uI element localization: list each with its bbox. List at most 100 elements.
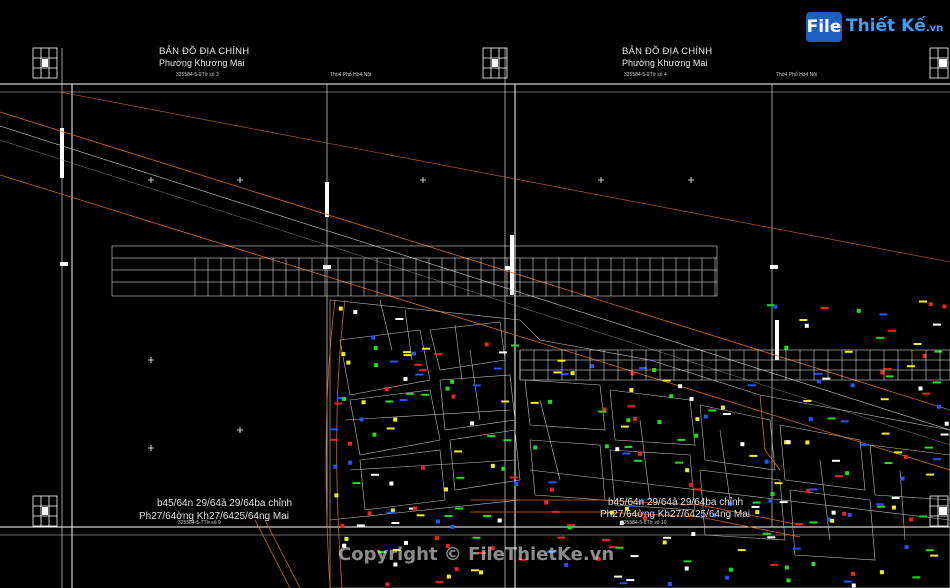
parcel-marker bbox=[933, 458, 942, 461]
parcel-marker bbox=[691, 532, 696, 536]
parcel-marker bbox=[353, 310, 358, 315]
parcel-marker bbox=[456, 476, 465, 479]
parcel-marker bbox=[434, 353, 442, 356]
parcel-marker bbox=[634, 459, 643, 462]
parcel-marker bbox=[856, 308, 861, 313]
parcel-marker bbox=[490, 463, 495, 468]
parcel-marker bbox=[662, 379, 671, 382]
parcel-marker bbox=[877, 505, 886, 508]
parcel-marker bbox=[784, 565, 789, 570]
right-sheet-subtitle: Phường Khương Mai bbox=[622, 58, 708, 68]
parcel-marker bbox=[827, 417, 836, 420]
parcel-marker bbox=[784, 345, 789, 350]
parcel-marker bbox=[436, 519, 440, 524]
parcel-marker bbox=[728, 567, 733, 572]
parcel-marker bbox=[675, 461, 683, 464]
parcel-marker bbox=[792, 547, 801, 550]
parcel-marker bbox=[773, 304, 778, 309]
parcel-marker bbox=[450, 379, 455, 384]
parcel-marker bbox=[830, 518, 835, 523]
parcel-marker bbox=[809, 488, 818, 491]
parcel-marker bbox=[557, 359, 566, 362]
parcel-marker bbox=[944, 421, 949, 426]
parcel-marker bbox=[501, 400, 510, 403]
parcel-marker bbox=[352, 482, 361, 485]
site-logo[interactable]: File Thiết Kế.vn bbox=[806, 8, 946, 48]
parcel-marker bbox=[402, 351, 411, 354]
logo-domain: .vn bbox=[925, 23, 944, 34]
parcel-marker bbox=[842, 511, 847, 516]
parcel-marker bbox=[411, 351, 416, 356]
parcel-marker bbox=[454, 567, 459, 572]
parcel-marker bbox=[751, 505, 760, 508]
parcel-marker bbox=[835, 475, 843, 478]
parcel-marker bbox=[799, 319, 808, 321]
parcel-marker bbox=[371, 335, 376, 340]
parcel-marker bbox=[884, 462, 893, 464]
parcel-marker bbox=[614, 575, 623, 578]
parcel-marker bbox=[342, 396, 347, 401]
parcel-marker bbox=[831, 510, 836, 515]
cad-drawing-canvas[interactable] bbox=[0, 0, 950, 588]
parcel-marker bbox=[330, 438, 339, 441]
parcel-marker bbox=[934, 350, 943, 353]
parcel-marker bbox=[637, 451, 642, 456]
parcel-marker bbox=[421, 393, 430, 396]
parcel-marker bbox=[840, 420, 849, 423]
grid-table bbox=[111, 245, 950, 381]
parcel-marker bbox=[662, 540, 667, 545]
parcel-marker bbox=[444, 515, 453, 517]
parcel-marker bbox=[685, 468, 690, 473]
left-sheet-top-right-label: Thö4 Phố Hö4 Nội bbox=[330, 72, 372, 78]
parcel-marker bbox=[344, 536, 349, 541]
parcel-marker bbox=[805, 440, 810, 445]
parcel-marker bbox=[435, 580, 444, 583]
parcel-marker bbox=[434, 536, 439, 541]
parcel-marker bbox=[747, 384, 756, 387]
parcel-marker bbox=[845, 471, 850, 476]
parcel-marker bbox=[374, 363, 379, 368]
parcel-marker bbox=[501, 466, 506, 471]
parcel-marker bbox=[340, 524, 345, 529]
parcel-marker bbox=[926, 473, 935, 476]
parcel-marker bbox=[940, 433, 949, 436]
parcel-marker bbox=[851, 571, 855, 576]
parcel-marker bbox=[881, 432, 890, 435]
parcel-marker bbox=[389, 360, 398, 363]
parcel-marker bbox=[629, 388, 634, 392]
parcel-marker bbox=[367, 511, 372, 516]
parcel-marker bbox=[454, 507, 463, 510]
parcel-marker bbox=[620, 425, 629, 428]
parcel-marker bbox=[630, 555, 639, 558]
parcel-marker bbox=[615, 546, 624, 549]
parcel-marker bbox=[359, 417, 364, 422]
parcel-marker bbox=[875, 503, 884, 506]
parcel-marker bbox=[722, 413, 731, 415]
parcel-marker bbox=[341, 352, 346, 357]
parcel-marker bbox=[928, 302, 933, 307]
parcel-marker bbox=[708, 409, 717, 412]
parcel-marker bbox=[880, 398, 889, 401]
parcel-marker bbox=[880, 370, 885, 375]
parcel-marker bbox=[909, 517, 914, 522]
parcel-marker bbox=[689, 482, 694, 487]
parcel-marker bbox=[472, 384, 481, 387]
right-sheet-code: 325584-5-9Tờ số 4 bbox=[624, 72, 667, 78]
parcel-marker bbox=[454, 450, 463, 453]
parcel-marker bbox=[384, 387, 389, 391]
left-sheet-code: 325584-5-9Tờ số 3 bbox=[176, 72, 219, 78]
left-sheet-bottom-title: b45/64n 29/64ả 29/64ba chỉnh bbox=[157, 498, 293, 509]
parcel-marker bbox=[399, 399, 408, 401]
parcel-marker bbox=[876, 336, 885, 339]
parcel-marker bbox=[832, 459, 840, 462]
parcel-marker bbox=[503, 439, 512, 442]
parcel-marker bbox=[851, 583, 856, 588]
parcel-marker bbox=[844, 350, 853, 353]
parcel-marker bbox=[391, 522, 400, 524]
parcel-marker bbox=[814, 372, 823, 375]
parcel-marker bbox=[483, 515, 492, 517]
parcel-marker bbox=[924, 446, 933, 449]
parcel-marker bbox=[764, 459, 769, 464]
logo-file-badge: File bbox=[806, 12, 842, 42]
parcel-marker bbox=[888, 329, 897, 332]
